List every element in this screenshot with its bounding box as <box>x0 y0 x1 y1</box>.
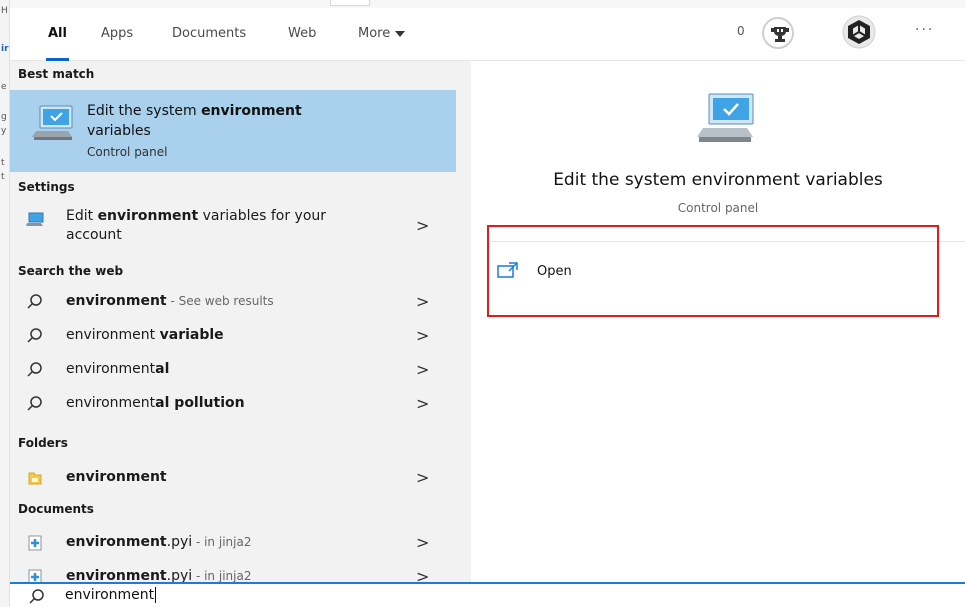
search-icon <box>26 395 44 413</box>
settings-result-label: Edit environment variables for your acco… <box>66 208 327 243</box>
tab-more[interactable]: More <box>350 24 413 61</box>
web-result-item[interactable]: environmental pollution > <box>10 387 456 421</box>
more-options-icon[interactable]: ··· <box>915 22 934 38</box>
monitor-icon <box>32 104 76 142</box>
document-result-label: environment.pyi - in jinja2 <box>66 534 252 550</box>
chevron-right-icon[interactable]: > <box>416 533 429 552</box>
chevron-right-icon[interactable]: > <box>416 468 429 487</box>
chevron-right-icon[interactable]: > <box>416 292 429 311</box>
search-icon <box>26 327 44 345</box>
results-list: Best match Edit the system environment v… <box>10 61 456 586</box>
background-text-fragment: t <box>1 158 5 168</box>
preview-title: Edit the system environment variables <box>553 170 883 190</box>
web-result-label: environmental pollution <box>66 395 245 411</box>
web-result-label: environment variable <box>66 327 224 343</box>
chevron-right-icon[interactable]: > <box>416 394 429 413</box>
search-icon <box>26 293 44 311</box>
background-text-fragment: t <box>1 172 5 182</box>
preview-pane: Edit the system environment variables Co… <box>471 61 965 582</box>
section-header-documents: Documents <box>18 502 94 516</box>
tab-web[interactable]: Web <box>280 24 324 61</box>
web-result-label: environmental <box>66 361 170 377</box>
search-input[interactable]: environment <box>65 587 157 603</box>
unity-icon[interactable] <box>842 15 876 49</box>
background-window-top <box>10 0 965 8</box>
web-result-item[interactable]: environmental > <box>10 353 456 387</box>
background-text-fragment: e <box>1 82 7 92</box>
python-file-icon <box>26 534 44 552</box>
search-tabs-bar: All Apps Documents Web More 0 ··· <box>10 8 965 61</box>
background-text-fragment: ir <box>1 44 9 54</box>
settings-monitor-icon <box>26 211 44 229</box>
chevron-right-icon[interactable]: > <box>416 326 429 345</box>
rewards-points: 0 <box>737 24 745 38</box>
web-result-item[interactable]: environment variable > <box>10 319 456 353</box>
trophy-icon[interactable] <box>762 17 794 49</box>
text-cursor <box>155 587 157 603</box>
search-box[interactable]: environment <box>10 582 965 607</box>
section-header-settings: Settings <box>18 180 75 194</box>
background-window-edge: H ir e g y t t <box>0 0 10 607</box>
folder-result-label: environment <box>66 469 167 485</box>
preview-subtitle: Control panel <box>677 201 759 215</box>
tab-documents[interactable]: Documents <box>164 24 254 61</box>
best-match-title: Edit the system environment variables <box>87 103 302 139</box>
background-text-fragment: y <box>1 126 7 136</box>
section-header-folders: Folders <box>18 436 68 450</box>
chevron-right-icon[interactable]: > <box>416 360 429 379</box>
folder-result-item[interactable]: environment > <box>10 461 456 495</box>
best-match-item[interactable]: Edit the system environment variables Co… <box>10 90 456 172</box>
background-text-fragment: H <box>1 6 8 16</box>
document-result-item[interactable]: environment.pyi - in jinja2 > <box>10 526 456 560</box>
folder-icon <box>26 469 44 487</box>
web-result-item[interactable]: environment - See web results > <box>10 285 456 319</box>
settings-result-item[interactable]: Edit environment variables for your acco… <box>10 203 456 251</box>
monitor-icon <box>695 90 757 152</box>
background-text-fragment: g <box>1 112 7 122</box>
search-icon <box>26 361 44 379</box>
chevron-down-icon <box>395 30 406 37</box>
windows-search-panel: All Apps Documents Web More 0 ··· Best m… <box>10 8 965 607</box>
annotation-highlight-box <box>487 225 939 317</box>
search-icon <box>28 588 46 607</box>
best-match-subtitle: Control panel <box>87 145 168 159</box>
web-result-label: environment - See web results <box>66 293 274 309</box>
section-header-search-web: Search the web <box>18 264 124 278</box>
chevron-right-icon[interactable]: > <box>416 216 429 235</box>
tab-all[interactable]: All <box>40 24 75 61</box>
section-header-best-match: Best match <box>18 67 95 81</box>
tab-apps[interactable]: Apps <box>93 24 141 61</box>
